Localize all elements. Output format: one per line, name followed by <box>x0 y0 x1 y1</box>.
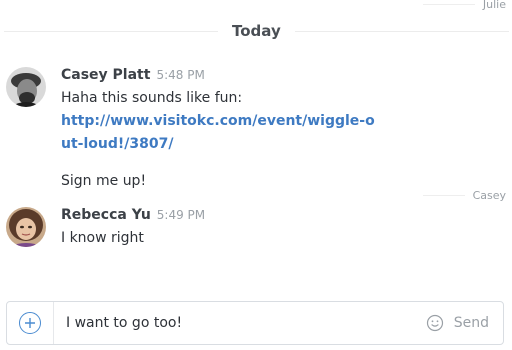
author-name[interactable]: Rebecca Yu <box>61 207 151 223</box>
avatar[interactable] <box>6 67 46 107</box>
day-divider-label: Today <box>232 22 281 40</box>
receipt-line <box>422 4 475 5</box>
read-receipt-name: Julie <box>482 0 506 11</box>
message-gap <box>61 156 381 170</box>
chat-view: Julie Today Casey Platt 5:48 PM Haha thi… <box>0 0 512 350</box>
add-attachment-button[interactable] <box>19 312 41 334</box>
read-receipt-name: Casey <box>472 189 506 202</box>
message-time: 5:49 PM <box>156 208 206 222</box>
message-text-2: Sign me up! <box>61 173 147 189</box>
receipt-line <box>422 195 465 196</box>
author-name[interactable]: Casey Platt <box>61 67 150 83</box>
divider-rule-right <box>294 30 509 32</box>
message-body: Rebecca Yu 5:49 PM I know right <box>61 207 205 250</box>
avatar[interactable] <box>6 207 46 247</box>
day-divider: Today <box>0 20 512 42</box>
read-receipt-casey: Casey <box>422 189 506 202</box>
message-rebecca-yu: Rebecca Yu 5:49 PM I know right <box>6 207 205 250</box>
message-input[interactable] <box>54 303 426 343</box>
smiley-icon[interactable] <box>426 314 444 332</box>
plus-icon <box>25 318 35 328</box>
send-button[interactable]: Send <box>454 315 489 331</box>
avatar-rebecca-image <box>6 207 46 247</box>
divider-rule-left <box>4 30 218 32</box>
message-link[interactable]: http://www.visitokc.com/event/wiggle-out… <box>61 110 381 156</box>
message-text: I know right <box>61 230 144 246</box>
message-body: Casey Platt 5:48 PM Haha this sounds lik… <box>61 67 381 193</box>
message-casey-platt: Casey Platt 5:48 PM Haha this sounds lik… <box>6 67 381 193</box>
message-header: Casey Platt 5:48 PM <box>61 67 381 87</box>
read-receipt-julie: Julie <box>422 0 506 11</box>
message-composer: Send <box>6 301 504 345</box>
message-header: Rebecca Yu 5:49 PM <box>61 207 205 227</box>
avatar-casey-image <box>6 67 46 107</box>
message-text: Haha this sounds like fun: <box>61 90 243 106</box>
message-time: 5:48 PM <box>156 68 205 82</box>
